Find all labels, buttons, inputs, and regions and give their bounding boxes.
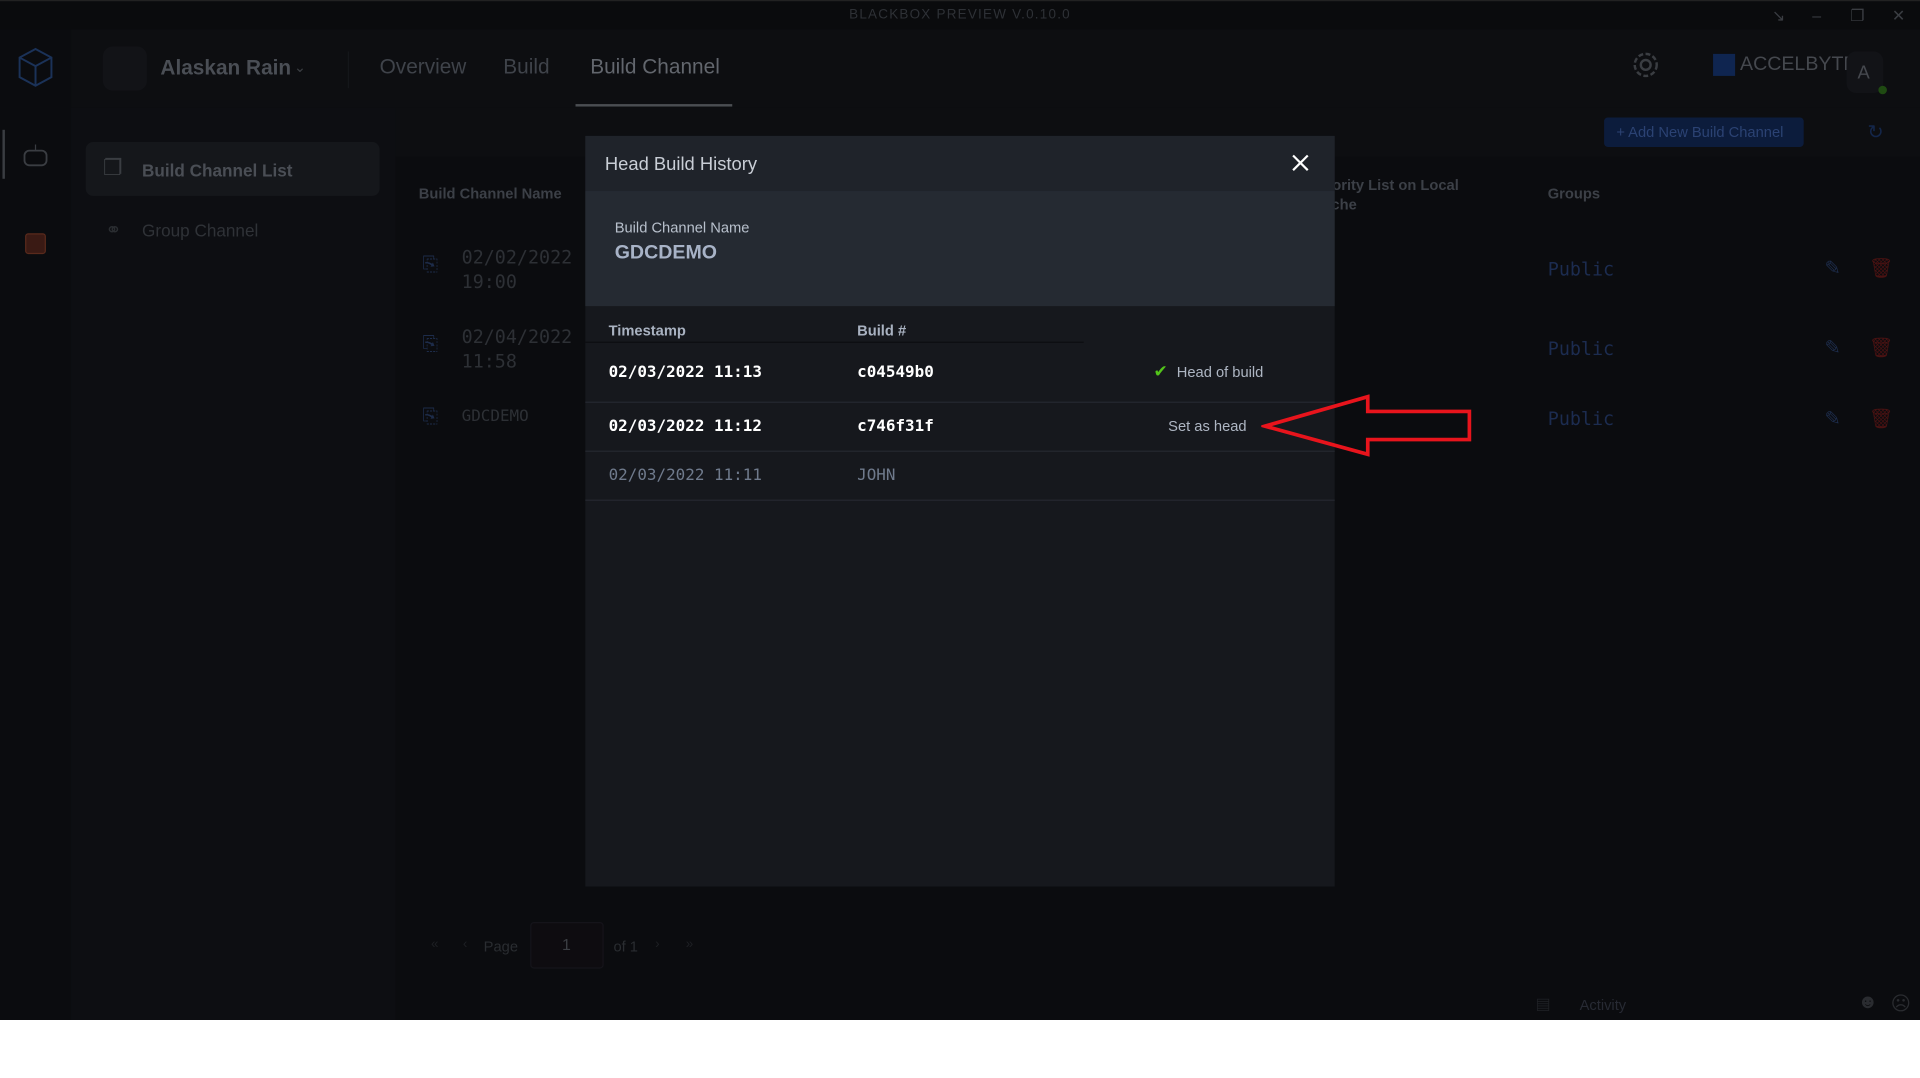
pages-icon: ❐ — [102, 155, 123, 181]
divider — [347, 51, 349, 89]
app-window: BLACKBOX PREVIEW V.0.10.0 ↘ – ❐ ✕ Alaska… — [0, 0, 1920, 1021]
activity-button[interactable]: Activity — [1580, 997, 1627, 1014]
column-header-priority: Priority List on Local Cache — [1312, 176, 1459, 214]
window-title: BLACKBOX PREVIEW V.0.10.0 — [849, 7, 1071, 23]
page-number: 1 — [562, 935, 571, 954]
column-header-build: Build # — [857, 322, 907, 340]
gamepad-icon[interactable] — [22, 143, 49, 167]
history-row: 02/03/2022 11:13 c04549b0 ✔ Head of buil… — [585, 343, 1334, 403]
link-rings-icon: ⚭ — [105, 220, 122, 242]
modal-header: Head Build History — [585, 135, 1335, 192]
row-name-time: 11:58 — [461, 350, 517, 373]
annotation-arrow-icon — [1261, 394, 1472, 457]
avatar-letter: A — [1857, 62, 1870, 84]
sidebar-item-build-channel-list[interactable]: ❐ Build Channel List — [85, 142, 380, 196]
tab-build[interactable]: Build — [503, 55, 549, 79]
column-header-groups: Groups — [1547, 184, 1601, 203]
row-name-time: 19:00 — [461, 270, 517, 293]
build-channel-icon: ⎘ — [422, 406, 439, 428]
tab-build-channel[interactable]: Build Channel — [590, 55, 720, 79]
row-name: 02/02/2022 — [461, 246, 573, 269]
trash-icon[interactable]: 🗑 — [1869, 407, 1894, 431]
tab-overview[interactable]: Overview — [380, 55, 467, 79]
trash-icon[interactable]: 🗑 — [1869, 256, 1894, 280]
rail-active-indicator — [2, 129, 5, 179]
row-timestamp: 02/03/2022 11:13 — [608, 363, 762, 383]
build-channel-name-section: Build Channel Name GDCDEMO — [585, 191, 1335, 307]
online-status-dot — [1878, 85, 1887, 95]
active-tab-underline — [575, 104, 733, 107]
sidebar-item-group-channel[interactable]: ⚭ Group Channel — [86, 208, 380, 252]
sad-face-icon[interactable]: ☹ — [1891, 992, 1911, 1016]
page-total: of 1 — [613, 937, 638, 956]
logo-cube-icon — [18, 47, 53, 87]
last-page-icon[interactable]: » — [686, 937, 694, 952]
check-icon: ✔ — [1153, 361, 1168, 381]
add-build-channel-button[interactable]: + Add New Build Channel — [1604, 117, 1804, 147]
gear-icon[interactable] — [1631, 50, 1660, 79]
row-group: Public — [1547, 258, 1615, 281]
trash-icon[interactable]: 🗑 — [1869, 336, 1894, 360]
prev-page-icon[interactable]: ‹ — [463, 937, 467, 952]
project-selector[interactable]: Alaskan Rain — [160, 56, 291, 80]
project-icon — [102, 46, 147, 91]
left-rail — [0, 29, 72, 1021]
build-channel-icon: ⎘ — [422, 254, 439, 276]
edit-icon[interactable]: ✎ — [1824, 407, 1840, 431]
build-channel-icon: ⎘ — [422, 334, 439, 356]
column-header-name: Build Channel Name — [418, 184, 562, 203]
close-icon[interactable] — [1289, 152, 1311, 174]
name-label: Build Channel Name — [614, 219, 750, 237]
activity-icon[interactable]: ▤ — [1536, 994, 1551, 1014]
column-header-timestamp: Timestamp — [608, 322, 686, 340]
add-button-label: + Add New Build Channel — [1616, 123, 1784, 141]
edit-icon[interactable]: ✎ — [1824, 256, 1840, 280]
row-timestamp: 02/03/2022 11:11 — [608, 466, 762, 485]
row-group: Public — [1547, 337, 1615, 361]
head-of-build-status: Head of build — [1176, 363, 1264, 381]
page-input[interactable]: 1 — [530, 922, 604, 969]
calendar-app-icon[interactable] — [24, 231, 46, 255]
history-row: 02/03/2022 11:12 c746f31f Set as head — [585, 403, 1334, 451]
history-row: 02/03/2022 11:11 JOHN — [585, 452, 1334, 500]
row-divider — [585, 499, 1335, 501]
row-build: JOHN — [857, 466, 896, 485]
edit-icon[interactable]: ✎ — [1824, 336, 1840, 360]
refresh-icon[interactable]: ↻ — [1867, 120, 1883, 144]
first-page-icon[interactable]: « — [431, 937, 439, 952]
page-label: Page — [483, 937, 518, 956]
avatar[interactable]: A — [1846, 51, 1887, 95]
brand-name: ACCELBYTE — [1740, 53, 1857, 75]
shrink-icon[interactable]: ↘ — [1772, 6, 1785, 26]
row-timestamp: 02/03/2022 11:12 — [608, 417, 762, 436]
title-bar: BLACKBOX PREVIEW V.0.10.0 ↘ – ❐ ✕ — [0, 0, 1920, 31]
row-name: GDCDEMO — [461, 407, 529, 427]
restore-button[interactable]: ❐ — [1850, 6, 1864, 26]
minimize-button[interactable]: – — [1812, 6, 1821, 24]
happy-face-icon[interactable]: ☻ — [1858, 992, 1879, 1014]
row-group: Public — [1547, 407, 1615, 430]
next-page-icon[interactable]: › — [655, 937, 659, 952]
close-window-button[interactable]: ✕ — [1892, 6, 1905, 26]
row-name: 02/04/2022 — [461, 325, 573, 348]
modal-title: Head Build History — [604, 154, 758, 176]
chevron-down-icon[interactable]: ⌄ — [294, 59, 306, 76]
set-as-head-button[interactable]: Set as head — [1168, 418, 1246, 435]
accelbyte-logo-icon — [1713, 53, 1736, 76]
name-value: GDCDEMO — [614, 242, 718, 264]
row-build: c04549b0 — [857, 363, 934, 383]
top-nav: Alaskan Rain ⌄ ACCELBYTE A — [71, 29, 1920, 108]
head-build-history-modal: Head Build History Build Channel Name GD… — [585, 135, 1335, 887]
row-build: c746f31f — [857, 417, 934, 436]
sidebar-item-label: Build Channel List — [142, 160, 293, 181]
sidebar-item-label: Group Channel — [142, 220, 259, 241]
